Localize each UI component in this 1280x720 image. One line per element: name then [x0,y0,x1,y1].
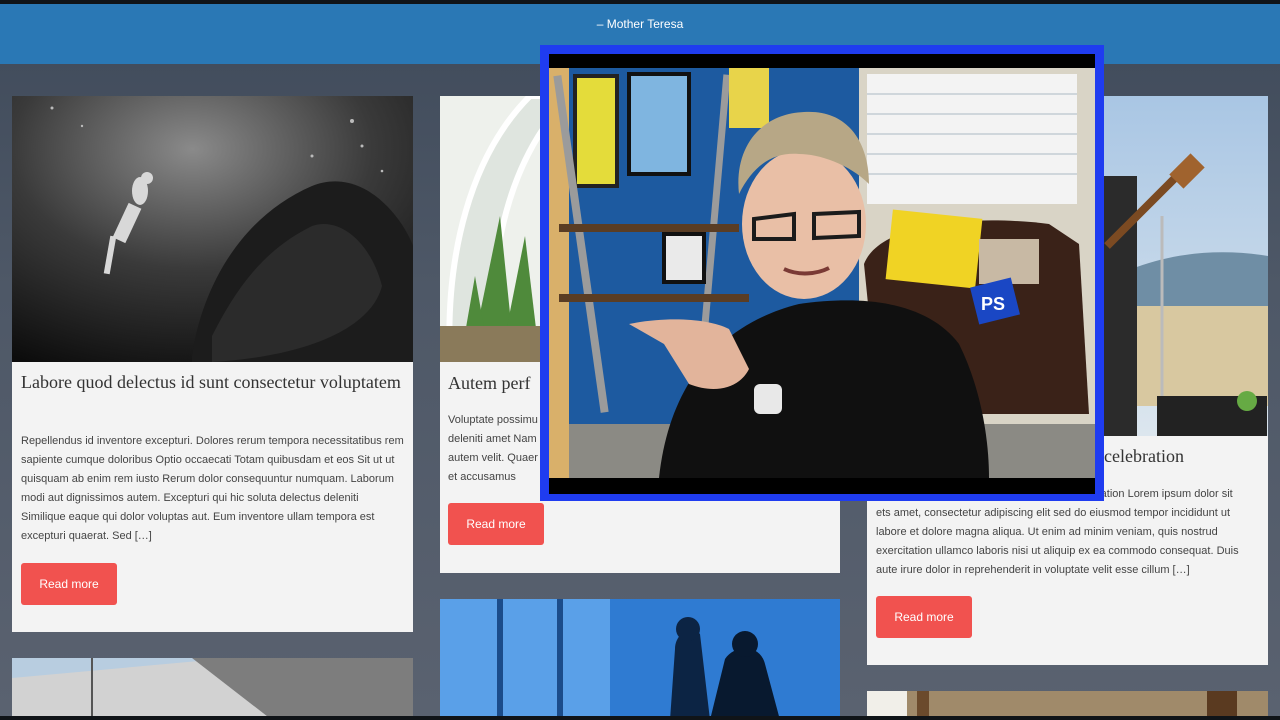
read-more-button-2[interactable]: Read more [448,503,544,545]
read-more-button-3[interactable]: Read more [876,596,972,638]
diver-image[interactable] [12,96,413,362]
webcam-video[interactable]: PS [549,54,1095,494]
diver-photo [12,96,413,362]
post-excerpt-1: Repellendus id inventore excepturi. Dolo… [21,435,404,542]
post-excerpt-3-prefix: ration Lorem ipsum dolor sit [1097,488,1233,500]
presenter-video-frame: PS [549,54,1095,494]
post-card-1: Labore quod delectus id sunt consectetur… [12,96,413,632]
building-photo [12,658,413,720]
post-title-1[interactable]: Labore quod delectus id sunt consectetur… [21,371,401,393]
read-more-button-1[interactable]: Read more [21,563,117,605]
post-excerpt-3: ets amet, consectetur adipiscing elit se… [876,507,1239,576]
business-photo [440,599,840,720]
building-image[interactable] [12,658,413,720]
bottom-border [0,716,1280,720]
post-title-3[interactable]: celebration [1104,445,1264,467]
webcam-overlay: PS [540,45,1104,501]
business-image[interactable] [440,599,840,720]
quote-author: – Mother Teresa [596,17,684,31]
post-excerpt-2: Voluptate possimu deleniti amet Nam aute… [448,414,538,483]
ps-pillow-text: PS [981,294,1005,314]
